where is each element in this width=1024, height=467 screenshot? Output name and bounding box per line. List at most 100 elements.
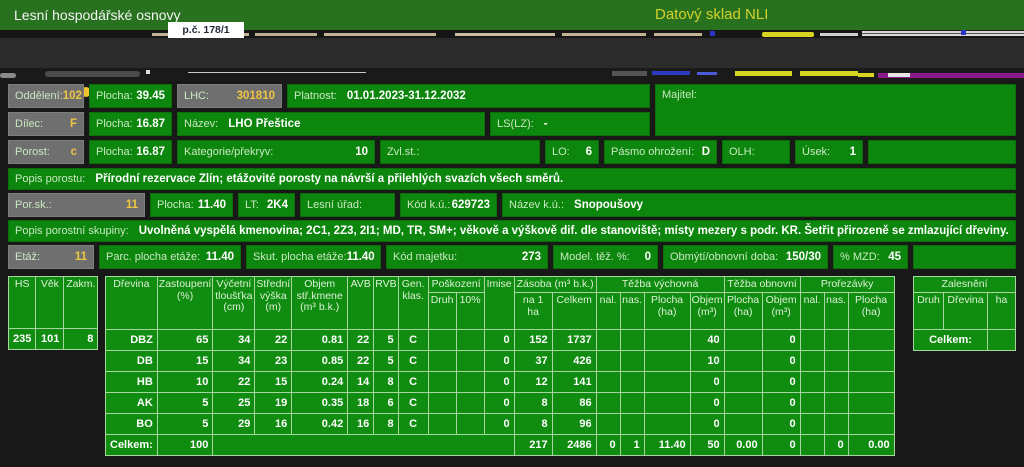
map-fragment — [324, 33, 436, 36]
field-dilec[interactable]: Dílec: F — [8, 112, 84, 136]
col-header: Výčetní tloušťka (cm) — [213, 277, 255, 330]
table-cell: 0 — [690, 414, 724, 435]
field-label: Plocha: — [157, 199, 194, 211]
species-table: Dřevina Zastoupení (%) Výčetní tloušťka … — [105, 276, 895, 456]
table-cell — [724, 351, 762, 372]
table-cell: 16 — [348, 414, 374, 435]
field-mzd: % MZD: 45 — [833, 245, 908, 269]
col-header: Zastoupení (%) — [157, 277, 213, 330]
total-label: Celkem: — [106, 435, 158, 456]
field-label: Název k.ú.: — [509, 199, 564, 211]
field-label: Dílec: — [15, 118, 43, 130]
field-value: 45 — [888, 251, 901, 263]
field-porost[interactable]: Porost: c — [8, 140, 84, 164]
table-cell: 10 — [690, 351, 724, 372]
field-oddeleni[interactable]: Oddělení: 102 — [8, 84, 84, 108]
map-fragment — [762, 32, 814, 37]
table-cell: 0.00 — [848, 435, 894, 456]
group-header: Těžba výchovná — [596, 277, 724, 293]
table-cell: 0 — [484, 372, 514, 393]
table-cell — [428, 393, 456, 414]
field-label: Parc. plocha etáže: — [106, 251, 200, 263]
table-cell: 22 — [255, 330, 292, 351]
table-cell — [456, 372, 484, 393]
table-cell — [596, 351, 620, 372]
app-title: Lesní hospodářské osnovy — [14, 7, 181, 23]
table-cell: C — [398, 330, 428, 351]
col-header: ha — [988, 293, 1016, 330]
table-cell — [428, 351, 456, 372]
table-cell — [724, 393, 762, 414]
table-cell — [596, 372, 620, 393]
hs-data-row: 235 101 8 — [9, 329, 98, 350]
field-label: Kód k.ú.: — [407, 199, 450, 211]
field-lhc[interactable]: LHC: 301810 — [177, 84, 282, 108]
field-label: OLH: — [729, 146, 755, 158]
field-popis-porostu: Popis porostu: Přírodní rezervace Zlín; … — [8, 168, 1016, 190]
species-row: BO529160.42168C089600 — [106, 414, 895, 435]
field-skut-plocha: Skut. plocha etáže: 11.40 — [246, 245, 381, 269]
table-cell: 217 — [514, 435, 552, 456]
parcel-tooltip-label: p.č. 178/1 — [182, 24, 229, 36]
field-porsk[interactable]: Por.sk.: 11 — [8, 193, 145, 217]
table-cell: 50 — [690, 435, 724, 456]
field-obmyti: Obmýtí/obnovní doba: 150/30 — [663, 245, 828, 269]
col-header: Dřevina — [106, 277, 158, 330]
table-cell: 96 — [552, 414, 596, 435]
form-row-etaz: Etáž: 11 Parc. plocha etáže: 11.40 Skut.… — [8, 245, 1016, 269]
table-cell — [428, 372, 456, 393]
map-fragment — [188, 72, 366, 73]
table-cell — [824, 372, 848, 393]
field-label: Plocha: — [96, 90, 133, 102]
table-cell — [724, 330, 762, 351]
table-cell: C — [398, 393, 428, 414]
table-cell — [724, 372, 762, 393]
table-cell: 0 — [824, 435, 848, 456]
table-cell: 1 — [620, 435, 644, 456]
col-header: Objem stř.kmene (m³ b.k.) — [292, 277, 348, 330]
map-fragment — [858, 73, 874, 77]
table-cell: HB — [106, 372, 158, 393]
table-cell: 22 — [213, 372, 255, 393]
field-label: Majitel: — [662, 89, 697, 101]
field-label: % MZD: — [840, 251, 880, 263]
col-header: nal. — [800, 293, 824, 330]
form-row-popis-porostu: Popis porostu: Přírodní rezervace Zlín; … — [8, 168, 1016, 190]
table-cell — [456, 414, 484, 435]
map-strip-bottom — [0, 68, 1024, 81]
field-value: F — [70, 118, 77, 130]
field-plocha-porost: Plocha: 16.87 — [89, 140, 172, 164]
field-label: Platnost: — [294, 90, 337, 102]
table-cell: BO — [106, 414, 158, 435]
field-label: Zvl.st.: — [387, 146, 419, 158]
table-cell: 8 — [514, 414, 552, 435]
table-cell: 0 — [762, 435, 800, 456]
table-cell: 1737 — [552, 330, 596, 351]
field-label: Lesní úřad: — [307, 199, 362, 211]
table-cell: 40 — [690, 330, 724, 351]
form-row-popis-skupiny: Popis porostní skupiny: Uvolněná vyspělá… — [8, 220, 1016, 242]
table-cell: 34 — [213, 351, 255, 372]
table-cell — [848, 393, 894, 414]
table-cell: 0 — [690, 372, 724, 393]
col-header: Dřevina — [944, 293, 988, 330]
col-header: Střední výška (m) — [255, 277, 292, 330]
table-cell — [824, 414, 848, 435]
table-cell: 2486 — [552, 435, 596, 456]
field-nazev: Název: LHO Přeštice — [177, 112, 485, 136]
field-etaz[interactable]: Etáž: 11 — [8, 245, 94, 269]
field-value: 0 — [645, 251, 651, 263]
field-lslz: LS(LZ): - — [490, 112, 650, 136]
field-value: - — [544, 118, 548, 130]
table-cell — [800, 372, 824, 393]
species-row: HB1022150.24148C01214100 — [106, 372, 895, 393]
table-cell — [848, 414, 894, 435]
field-value: 2K4 — [267, 199, 288, 211]
field-value: 11.40 — [347, 251, 375, 263]
table-cell — [428, 414, 456, 435]
table-cell: 0.85 — [292, 351, 348, 372]
col-header: Plocha (ha) — [644, 293, 690, 330]
species-total-row: Celkem: 100 217 2486 0 1 11.40 50 0.00 0… — [106, 435, 895, 456]
table-cell: 0.81 — [292, 330, 348, 351]
table-cell — [724, 414, 762, 435]
